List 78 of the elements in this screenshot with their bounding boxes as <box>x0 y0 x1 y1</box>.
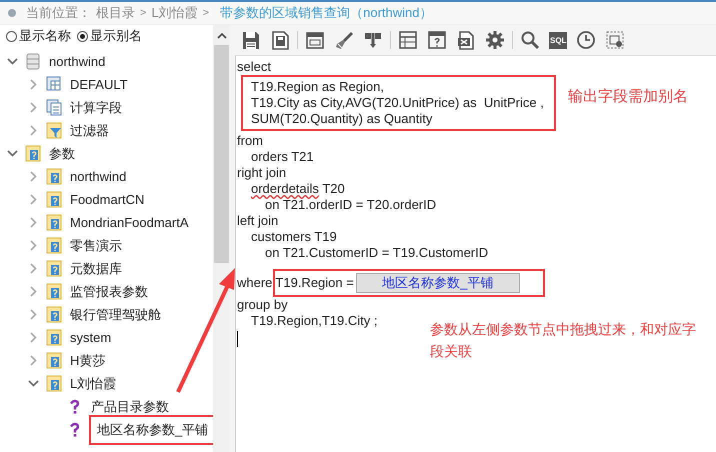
breadcrumb-label: 当前位置： <box>26 4 91 22</box>
tree-item[interactable]: 零售演示 <box>68 236 124 256</box>
tree-item[interactable]: MondrianFoodmartA <box>68 214 190 231</box>
database-icon <box>25 53 41 70</box>
tree-item[interactable]: 计算字段 <box>68 98 124 118</box>
window-icon <box>305 30 325 50</box>
parameter-chip[interactable]: 地区名称参数_平铺 <box>356 273 520 293</box>
code-line: T19.Region = <box>275 275 354 291</box>
code-line: T19.Region as Region, <box>250 79 384 95</box>
settings-icon <box>485 30 505 50</box>
scroll-up-icon[interactable] <box>216 33 226 39</box>
code-line: left join <box>237 213 278 229</box>
tree-item[interactable]: 产品目录参数 <box>89 396 171 416</box>
radio-label[interactable]: 显示名称 <box>19 27 71 45</box>
code-line: right join <box>237 165 286 181</box>
folder-icon <box>46 260 62 277</box>
code-line: on T21.CustomerID = T19.CustomerID <box>264 245 488 261</box>
document-icon <box>270 30 290 50</box>
clock-icon <box>576 30 596 50</box>
folder-icon <box>46 306 62 323</box>
code-line: T19.Region,T19.City ; <box>250 313 378 329</box>
frame-icon <box>605 30 626 50</box>
folder-icon <box>46 352 62 369</box>
tree-item[interactable]: 元数据库 <box>68 258 124 278</box>
radio-button[interactable] <box>77 30 88 42</box>
tree-item[interactable]: L刘怡霞 <box>68 374 118 394</box>
tree-item[interactable]: H黄莎 <box>68 350 108 370</box>
code-line: orders T21 <box>250 149 314 165</box>
folder-icon <box>46 214 62 231</box>
folder-icon <box>46 329 62 346</box>
collapse-icon[interactable] <box>7 56 18 67</box>
text-cursor <box>237 331 238 347</box>
help-window-icon <box>427 30 447 50</box>
folder-icon <box>46 375 62 392</box>
export-icon <box>456 30 476 50</box>
table-icon <box>46 76 62 93</box>
tree-item[interactable]: system <box>68 329 114 346</box>
merge-icon <box>363 30 383 50</box>
folder-icon <box>46 237 62 254</box>
tree-item[interactable]: DEFAULT <box>68 76 130 93</box>
folder-icon <box>46 191 62 208</box>
code-line: from <box>237 133 263 149</box>
radio-button[interactable] <box>6 30 17 42</box>
code-line: SUM(T20.Quantity) as Quantity <box>250 111 432 127</box>
scrollbar[interactable] <box>213 25 230 452</box>
sql-editor[interactable] <box>235 55 716 452</box>
code-line: select <box>237 59 271 75</box>
funnel-icon <box>46 122 62 139</box>
tree-item[interactable]: 监管报表参数 <box>68 282 150 302</box>
breadcrumb-separator: > <box>140 7 146 19</box>
code-line: T19.City as City,AVG(T20.UnitPrice) as UnitPrice , <box>250 95 544 111</box>
annotation-text: 参数从左侧参数节点中拖拽过来，和对应字段关联 <box>430 320 697 361</box>
tree-item[interactable]: northwind <box>47 53 108 70</box>
code-line: group by <box>237 297 288 313</box>
folder-icon <box>46 283 62 300</box>
scrollbar-thumb[interactable] <box>214 45 229 263</box>
breadcrumb-separator: > <box>202 7 210 19</box>
collapse-icon[interactable] <box>7 148 18 159</box>
save-icon <box>241 30 261 50</box>
table-icon <box>46 99 62 116</box>
code-line: on T21.orderID = T20.orderID <box>264 197 436 213</box>
table-icon <box>398 30 418 50</box>
tree-item[interactable]: northwind <box>68 168 128 185</box>
code-line: where <box>237 275 272 291</box>
brush-icon <box>334 30 354 50</box>
search-icon <box>520 30 540 50</box>
code-line: customers T19 <box>250 229 337 245</box>
annotation-text: 输出字段需加别名 <box>568 87 688 106</box>
radio-label[interactable]: 显示别名 <box>90 27 142 45</box>
folder-icon <box>25 145 41 162</box>
tree-item[interactable]: FoodmartCN <box>68 191 146 208</box>
tree-item[interactable]: 过滤器 <box>68 120 111 140</box>
collapse-icon[interactable] <box>28 378 39 389</box>
tree-item[interactable]: 参数 <box>47 144 77 164</box>
folder-icon <box>46 168 62 185</box>
tree-item[interactable]: 银行管理驾驶舱 <box>68 304 163 324</box>
code-line: orderdetails T20 <box>250 181 345 197</box>
bullet-icon <box>8 9 16 17</box>
